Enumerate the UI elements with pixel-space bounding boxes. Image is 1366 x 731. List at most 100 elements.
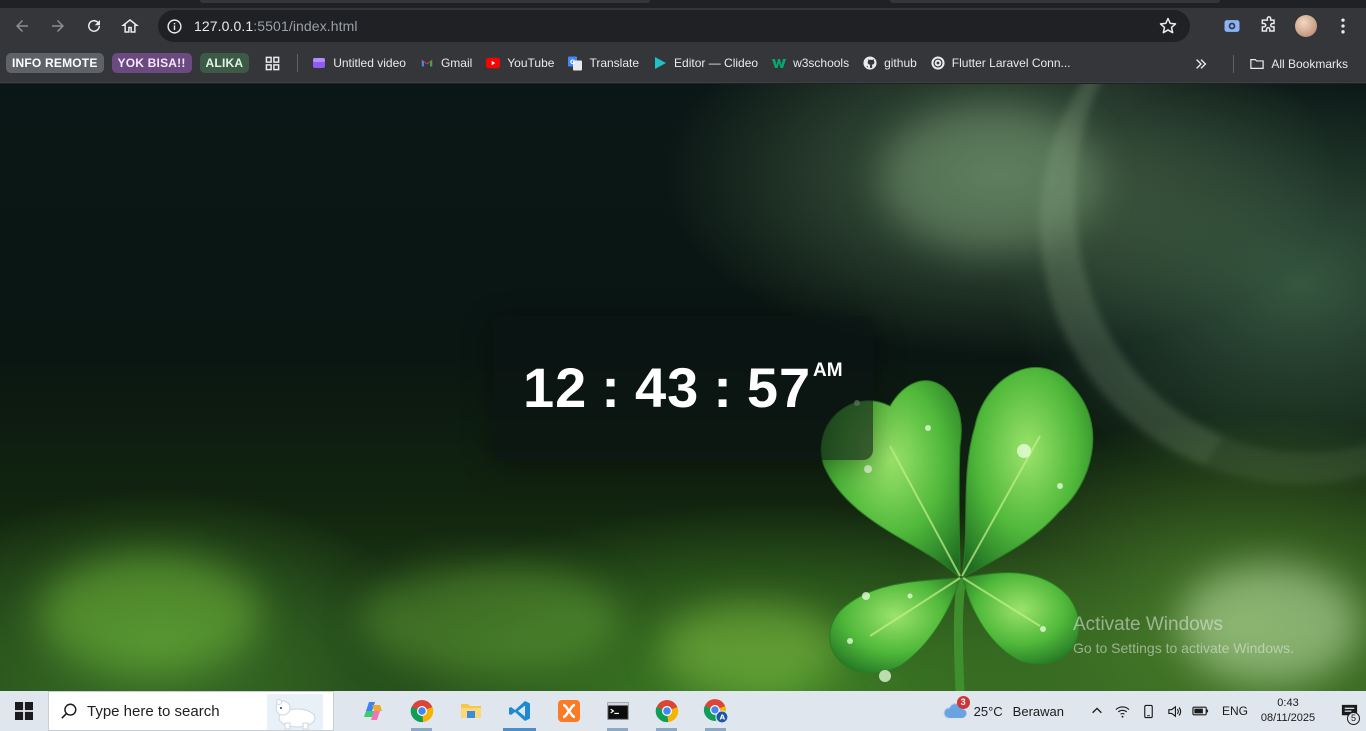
clock-minutes: 43	[634, 356, 700, 419]
cloud-weather-icon: 3	[942, 696, 970, 722]
bookmark-label: YouTube	[507, 56, 555, 70]
url-host: 127.0.0.1	[194, 18, 254, 34]
clipchamp-icon	[312, 56, 326, 70]
phone-device-icon	[1144, 704, 1154, 718]
speaker-icon	[1168, 705, 1182, 717]
start-button[interactable]	[0, 691, 48, 731]
bookmark-w3schools[interactable]: w3schools	[766, 49, 857, 77]
bookmark-label: Untitled video	[333, 56, 406, 70]
weather-badge: 3	[956, 696, 970, 709]
bookmark-translate[interactable]: G Translate	[562, 49, 647, 77]
watermark-subtitle: Go to Settings to activate Windows.	[1073, 640, 1294, 656]
tab-edge[interactable]	[890, 0, 1220, 3]
reload-icon	[88, 19, 100, 32]
apps-grid-icon[interactable]	[263, 54, 281, 72]
taskbar-chrome-window[interactable]	[642, 691, 691, 731]
bookmark-group-yok-bisa[interactable]: YOK BISA!!	[111, 53, 192, 73]
bookmark-label: Translate	[589, 56, 640, 70]
vscode-icon	[508, 701, 530, 721]
weather-temperature: 25°C	[973, 703, 1003, 719]
copilot-icon	[363, 702, 382, 720]
bookmark-label: w3schools	[793, 56, 850, 70]
url-path: :5501/index.html	[253, 18, 358, 34]
clideo-icon	[653, 56, 667, 70]
notification-count: 5	[1347, 712, 1360, 725]
bookmark-clideo[interactable]: Editor — Clideo	[647, 49, 766, 77]
screen-capture-button[interactable]	[1218, 12, 1246, 40]
input-language[interactable]: ENG	[1222, 704, 1248, 718]
more-bookmarks-button[interactable]	[1191, 54, 1211, 74]
tab-edge[interactable]	[200, 0, 650, 3]
toolbar-actions	[1218, 8, 1366, 44]
system-tray: 3 25°C Berawan ENG 0:43 08/11/2025 5	[942, 691, 1366, 731]
svg-text:G: G	[570, 59, 575, 66]
all-bookmarks-button[interactable]: All Bookmarks	[1244, 50, 1356, 78]
bookmark-flutter-laravel[interactable]: Flutter Laravel Conn...	[925, 49, 1079, 77]
github-icon	[863, 56, 877, 70]
battery-button[interactable]	[1191, 701, 1211, 721]
browser-toolbar: 127.0.0.1:5501/index.html	[0, 8, 1366, 44]
svg-text:A: A	[719, 713, 725, 722]
taskbar-chrome[interactable]	[397, 691, 446, 731]
weather-widget[interactable]: 3 25°C Berawan	[942, 696, 1064, 722]
network-button[interactable]	[1113, 701, 1133, 721]
bookmarks-bar-right: All Bookmarks	[1191, 44, 1356, 83]
clock-separator: :	[601, 356, 621, 419]
url-text[interactable]: 127.0.0.1:5501/index.html	[194, 18, 358, 34]
arrow-right-icon	[52, 20, 64, 32]
bookmark-youtube[interactable]: YouTube	[480, 49, 562, 77]
taskbar-vscode[interactable]	[495, 691, 544, 731]
page-viewport: 12:43:57 AM Activate Windows Go to Setti…	[0, 84, 1366, 691]
w3schools-icon	[772, 56, 787, 70]
taskbar-search-box[interactable]: Type here to search	[48, 691, 334, 731]
forward-button[interactable]	[44, 12, 72, 40]
chevron-up-icon	[1092, 707, 1102, 714]
bookmark-github[interactable]: github	[857, 49, 925, 77]
clock-separator: :	[713, 356, 733, 419]
bookmark-group-alika[interactable]: ALIKA	[199, 53, 250, 73]
taskbar-clock[interactable]: 0:43 08/11/2025	[1258, 696, 1318, 726]
extensions-button[interactable]	[1255, 12, 1283, 40]
volume-button[interactable]	[1165, 701, 1185, 721]
avatar	[1295, 15, 1317, 37]
search-icon	[59, 701, 79, 721]
meet-now-button[interactable]	[1139, 701, 1159, 721]
all-bookmarks-label: All Bookmarks	[1271, 56, 1348, 71]
menu-button[interactable]	[1329, 12, 1357, 40]
taskbar-chrome-profile[interactable]: A	[691, 691, 740, 731]
bookmark-gmail[interactable]: Gmail	[414, 49, 480, 77]
address-bar[interactable]: 127.0.0.1:5501/index.html	[158, 10, 1190, 42]
background-bokeh	[40, 554, 260, 674]
youtube-icon	[486, 56, 501, 70]
bookmark-star-icon[interactable]	[1158, 16, 1178, 36]
show-hidden-icons-button[interactable]	[1087, 701, 1107, 721]
taskbar-terminal[interactable]	[593, 691, 642, 731]
bookmark-label: Flutter Laravel Conn...	[951, 56, 1071, 70]
clock-ampm: AM	[813, 360, 843, 381]
back-button[interactable]	[8, 12, 36, 40]
battery-icon	[1192, 706, 1209, 716]
bookmarks-divider	[297, 54, 299, 72]
taskbar-file-explorer[interactable]	[446, 691, 495, 731]
windows-logo-icon	[15, 702, 33, 720]
bookmarks-divider	[1233, 54, 1235, 73]
clock-time: 12:43:57	[523, 356, 811, 420]
bookmark-untitled-video[interactable]: Untitled video	[306, 49, 414, 77]
bookmark-group-info-remote[interactable]: INFO REMOTE	[6, 53, 104, 73]
translate-icon: G	[568, 56, 583, 70]
taskbar-time: 0:43	[1277, 697, 1299, 709]
taskbar-copilot[interactable]	[348, 691, 397, 731]
home-button[interactable]	[116, 12, 144, 40]
double-chevron-right-icon	[1196, 58, 1207, 69]
clock-hours: 12	[523, 356, 588, 419]
windows-taskbar: Type here to search A 3 25°C Berawan ENG…	[0, 691, 1366, 731]
profile-button[interactable]	[1292, 12, 1320, 40]
chatgpt-icon	[931, 56, 945, 70]
reload-button[interactable]	[80, 12, 108, 40]
weather-condition: Berawan	[1012, 703, 1064, 719]
polar-bear-search-highlight-icon	[267, 694, 323, 730]
bookmark-label: Editor — Clideo	[674, 56, 759, 70]
site-info-icon[interactable]	[164, 16, 184, 36]
notification-center-button[interactable]: 5	[1332, 691, 1366, 731]
taskbar-xampp[interactable]	[544, 691, 593, 731]
